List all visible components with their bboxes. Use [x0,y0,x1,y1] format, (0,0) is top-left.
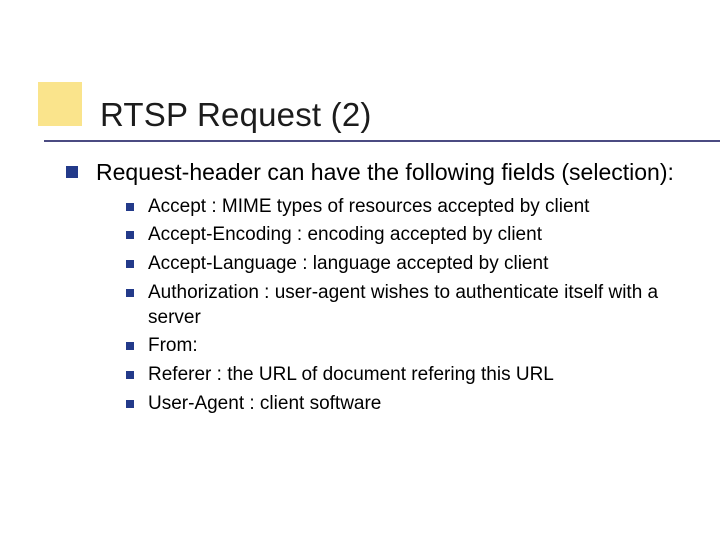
sub-point-text: Referer : the URL of document refering t… [148,363,554,388]
square-bullet-icon [126,289,134,297]
sub-point-text: Accept-Language : language accepted by c… [148,252,548,277]
slide: RTSP Request (2) Request-header can have… [0,0,720,540]
slide-title: RTSP Request (2) [100,96,680,134]
square-bullet-icon [126,231,134,239]
main-point-text: Request-header can have the following fi… [96,158,674,187]
square-bullet-icon [126,203,134,211]
list-item: From: [126,334,680,359]
square-bullet-icon [66,166,78,178]
list-item: Request-header can have the following fi… [66,158,680,187]
square-bullet-icon [126,342,134,350]
list-item: Accept : MIME types of resources accepte… [126,195,680,220]
sub-point-text: User-Agent : client software [148,392,381,417]
list-item: User-Agent : client software [126,392,680,417]
title-area: RTSP Request (2) [100,96,680,134]
sub-point-text: From: [148,334,198,359]
sub-point-text: Accept-Encoding : encoding accepted by c… [148,223,542,248]
sub-list: Accept : MIME types of resources accepte… [126,195,680,417]
list-item: Accept-Encoding : encoding accepted by c… [126,223,680,248]
title-underline [44,140,720,144]
square-bullet-icon [126,260,134,268]
square-bullet-icon [126,371,134,379]
list-item: Accept-Language : language accepted by c… [126,252,680,277]
body-area: Request-header can have the following fi… [66,158,680,420]
sub-point-text: Authorization : user-agent wishes to aut… [148,281,680,330]
sub-point-text: Accept : MIME types of resources accepte… [148,195,589,220]
accent-square [38,82,82,126]
square-bullet-icon [126,400,134,408]
list-item: Referer : the URL of document refering t… [126,363,680,388]
list-item: Authorization : user-agent wishes to aut… [126,281,680,330]
